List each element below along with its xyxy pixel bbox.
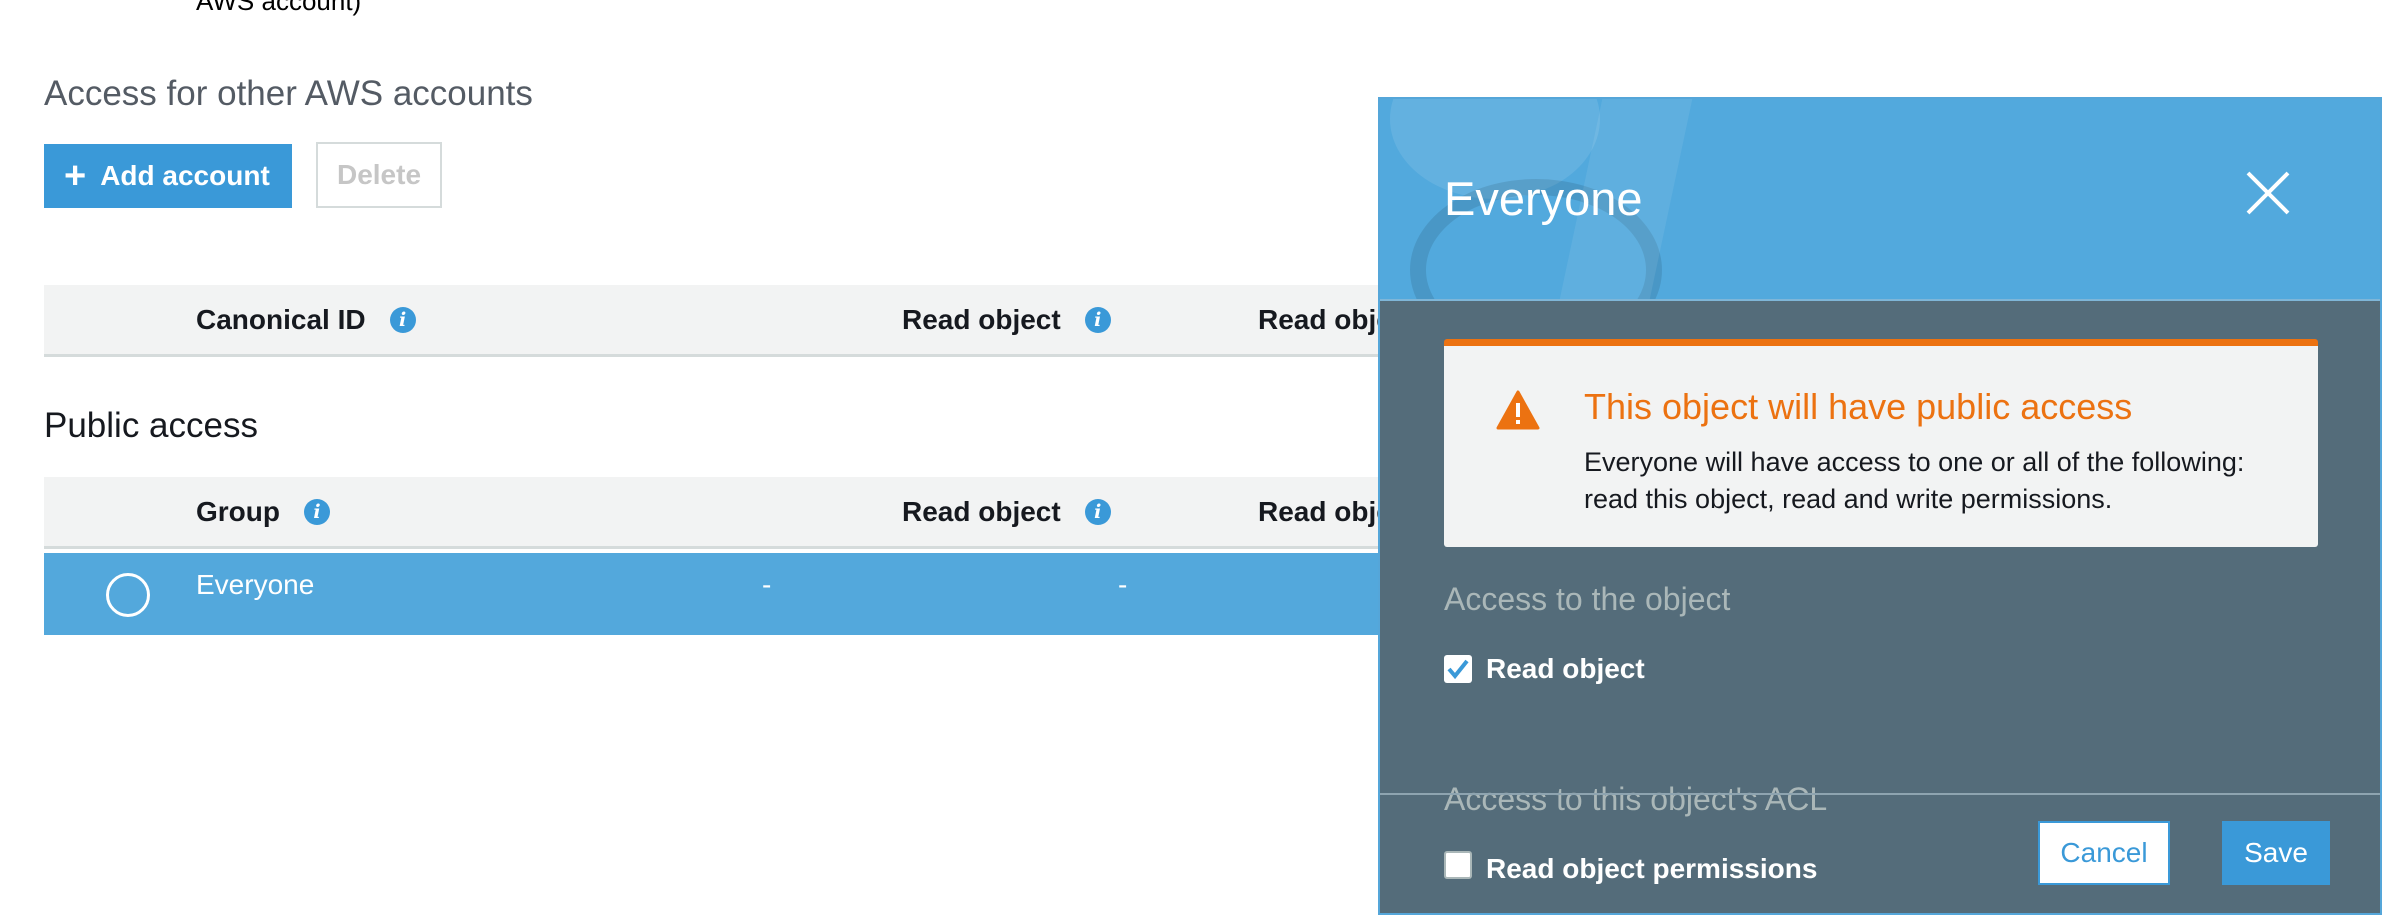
warning-title: This object will have public access <box>1584 386 2133 427</box>
add-account-button[interactable]: + Add account <box>44 144 292 208</box>
column-label: Group <box>196 495 280 527</box>
read-permissions-value: - <box>1118 569 1128 600</box>
plus-icon: + <box>64 155 87 197</box>
info-icon[interactable]: i <box>389 306 416 333</box>
read-object-value: - <box>762 569 772 600</box>
modal-title: Everyone <box>1444 172 1643 225</box>
footer-divider <box>1380 793 2380 795</box>
object-access-label: Access to the object <box>1444 581 1731 617</box>
other-accounts-table-header: Canonical ID i Read object i Read object… <box>44 285 1516 357</box>
column-label: Canonical ID <box>196 303 366 335</box>
read-object-checkbox[interactable] <box>1444 655 1472 683</box>
column-header-group: Group i <box>196 477 330 546</box>
column-header-canonical-id: Canonical ID i <box>196 285 416 354</box>
column-label: Read object <box>902 303 1061 335</box>
read-object-checkbox-label[interactable]: Read object <box>1486 653 1645 685</box>
checkmark-icon <box>1447 659 1469 680</box>
other-accounts-section-title: Access for other AWS accounts <box>44 74 533 113</box>
group-name: Everyone <box>196 569 315 600</box>
read-permissions-checkbox[interactable] <box>1444 851 1472 879</box>
table-row[interactable]: Everyone - - <box>44 553 1384 635</box>
add-account-label: Add account <box>100 160 270 191</box>
warning-body: Everyone will have access to one or all … <box>1584 447 2245 514</box>
read-permissions-checkbox-label[interactable]: Read object permissions <box>1486 853 1817 885</box>
public-access-section-title: Public access <box>44 406 258 445</box>
truncated-description: AWS account) <box>196 0 362 16</box>
delete-button[interactable]: Delete <box>316 142 442 208</box>
everyone-permissions-modal: Everyone This object will have public ac… <box>1378 97 2382 915</box>
public-access-warning: This object will have public access Ever… <box>1444 339 2318 547</box>
public-access-table-header: Group i Read object i Read object permis <box>44 477 1516 549</box>
acl-access-label: Access to this object's ACL <box>1444 781 1828 817</box>
column-header-read-object: Read object i <box>902 477 1111 546</box>
info-icon[interactable]: i <box>1084 306 1111 333</box>
modal-header: Everyone <box>1380 99 2380 301</box>
warning-icon <box>1496 390 1540 430</box>
save-button[interactable]: Save <box>2222 821 2330 885</box>
column-label: Read object <box>902 495 1061 527</box>
info-icon[interactable]: i <box>1084 498 1111 525</box>
column-header-read-object: Read object i <box>902 285 1111 354</box>
radio-button[interactable] <box>106 573 150 617</box>
cancel-button[interactable]: Cancel <box>2038 821 2170 885</box>
close-icon[interactable] <box>2242 167 2294 219</box>
info-icon[interactable]: i <box>304 498 330 525</box>
